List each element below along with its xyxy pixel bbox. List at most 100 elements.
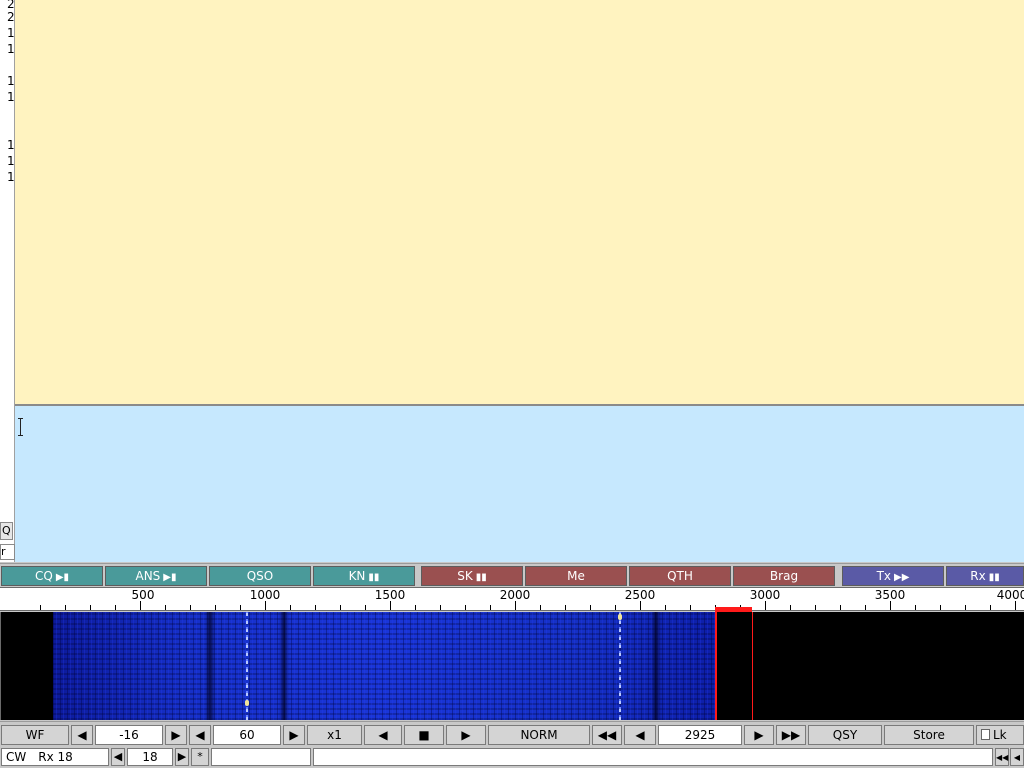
lock-toggle[interactable]: Lk [976, 725, 1024, 745]
scale-tick [265, 601, 266, 610]
value-decrease-button[interactable]: ◀ [111, 748, 125, 766]
qsy-button[interactable]: QSY [808, 725, 882, 745]
transmit-text-pane[interactable] [15, 406, 1024, 562]
macro-ans-button[interactable]: ANS ▶▮ [105, 566, 207, 586]
waterfall-toolbar: WF ◀ -16 ▶ ◀ 60 ▶ x1 ◀ ■ ▶ NORM ◀◀ ◀ 292… [0, 721, 1024, 746]
left-arrow-icon: ◀ [635, 728, 645, 742]
waterfall-streak [279, 612, 289, 720]
stop-button[interactable]: ■ [404, 725, 444, 745]
strip-r-field[interactable]: r [0, 544, 15, 560]
scroll-right-button[interactable]: ▶ [446, 725, 486, 745]
mode-label: CW [6, 750, 27, 764]
left-arrow-icon: ◀ [113, 750, 123, 763]
range-field[interactable]: 60 [213, 725, 281, 745]
macro-me-button[interactable]: Me [525, 566, 627, 586]
fast-forward-icon: ▶▶ [781, 728, 801, 742]
macro-qso-button[interactable]: QSO [209, 566, 311, 586]
scale-tick [965, 605, 966, 610]
scale-tick [615, 605, 616, 610]
scale-tick [240, 605, 241, 610]
scale-tick [440, 605, 441, 610]
lock-checkbox-icon [981, 729, 990, 740]
scale-tick [165, 605, 166, 610]
scale-tick [540, 605, 541, 610]
macro-kn-button[interactable]: KN ▮▮ [313, 566, 415, 586]
strip-digit: 1 [7, 170, 15, 184]
right-arrow-icon: ▶ [754, 728, 764, 742]
strip-digit: 1 [7, 138, 15, 152]
play-stop-icon: ▶▮ [55, 572, 70, 583]
scale-tick [665, 605, 666, 610]
scroll-left-button[interactable]: ◀ [364, 725, 402, 745]
skip-back-button[interactable]: ◀◀ [995, 748, 1009, 766]
waterfall-display[interactable] [0, 612, 1024, 720]
scale-tick [115, 605, 116, 610]
right-arrow-icon: ▶ [177, 750, 187, 763]
ref-level-field[interactable]: -16 [95, 725, 163, 745]
scale-label: 500 [131, 588, 155, 602]
macro-cq-button[interactable]: CQ ▶▮ [1, 566, 103, 586]
range-decrease-button[interactable]: ◀ [189, 725, 211, 745]
scale-tick [65, 605, 66, 610]
frequency-field[interactable]: 2925 [658, 725, 742, 745]
status-message-field [211, 748, 311, 766]
frequency-scale[interactable]: 500 1000 1500 2000 2500 3000 3500 4000 [0, 587, 1024, 611]
macro-button-bar: CQ ▶▮ ANS ▶▮ QSO KN ▮▮ SK ▮▮ Me QTH Brag Tx ▶… [0, 563, 1024, 587]
freq-down-button[interactable]: ◀ [624, 725, 656, 745]
freq-fast-up-button[interactable]: ▶▶ [776, 725, 806, 745]
store-button[interactable]: Store [884, 725, 974, 745]
right-arrow-icon: ▶ [171, 728, 181, 742]
ref-increase-button[interactable]: ▶ [165, 725, 187, 745]
scale-tick [40, 605, 41, 610]
macro-qth-button[interactable]: QTH [629, 566, 731, 586]
waterfall-signal-area [53, 612, 715, 720]
macro-brag-button[interactable]: Brag [733, 566, 835, 586]
left-arrow-icon: ◀ [1013, 753, 1021, 762]
rx-label: Rx 18 [38, 750, 73, 764]
value-increase-button[interactable]: ▶ [175, 748, 189, 766]
wf-mode-button[interactable]: WF [1, 725, 69, 745]
scale-tick [465, 605, 466, 610]
scale-tick [365, 605, 366, 610]
play-stop-icon: ▶▮ [163, 572, 177, 583]
macro-tx-button[interactable]: Tx ▶▶ [842, 566, 944, 586]
macro-sk-button[interactable]: SK ▮▮ [421, 566, 523, 586]
scale-tick [290, 605, 291, 610]
scale-tick [940, 605, 941, 610]
strip-q-button[interactable]: Q [0, 522, 13, 540]
scale-tick [315, 605, 316, 610]
scale-tick [790, 605, 791, 610]
value-field[interactable]: 18 [127, 748, 173, 766]
receive-text-pane[interactable] [15, 0, 1024, 404]
scale-tick [215, 605, 216, 610]
freq-up-button[interactable]: ▶ [744, 725, 774, 745]
back-button[interactable]: ◀ [1010, 748, 1024, 766]
waterfall-signal-trace [619, 612, 621, 720]
freq-fast-down-button[interactable]: ◀◀ [592, 725, 622, 745]
scale-tick [90, 605, 91, 610]
right-arrow-icon: ▶ [289, 728, 299, 742]
scale-tick [840, 605, 841, 610]
strip-digit: 1 [7, 154, 15, 168]
scale-tick [490, 605, 491, 610]
strip-digit: 1 [7, 42, 15, 56]
range-increase-button[interactable]: ▶ [283, 725, 305, 745]
scale-tick [1015, 601, 1016, 610]
waterfall-signal-peak [245, 700, 249, 706]
frequency-cursor[interactable] [715, 612, 753, 720]
star-button[interactable]: * [191, 748, 209, 766]
scale-tick [765, 601, 766, 610]
speed-mode-button[interactable]: NORM [488, 725, 590, 745]
zoom-button[interactable]: x1 [307, 725, 362, 745]
scale-tick [190, 605, 191, 610]
left-arrow-icon: ◀ [195, 728, 205, 742]
scale-tick [890, 601, 891, 610]
scale-tick [915, 605, 916, 610]
scale-tick [640, 601, 641, 610]
ref-decrease-button[interactable]: ◀ [71, 725, 93, 745]
strip-digit: 2 [7, 10, 15, 24]
scale-tick [690, 605, 691, 610]
macro-rx-button[interactable]: Rx ▮▮ [946, 566, 1024, 586]
waterfall-streak [651, 612, 661, 720]
pause-icon: ▮▮ [988, 572, 1000, 583]
